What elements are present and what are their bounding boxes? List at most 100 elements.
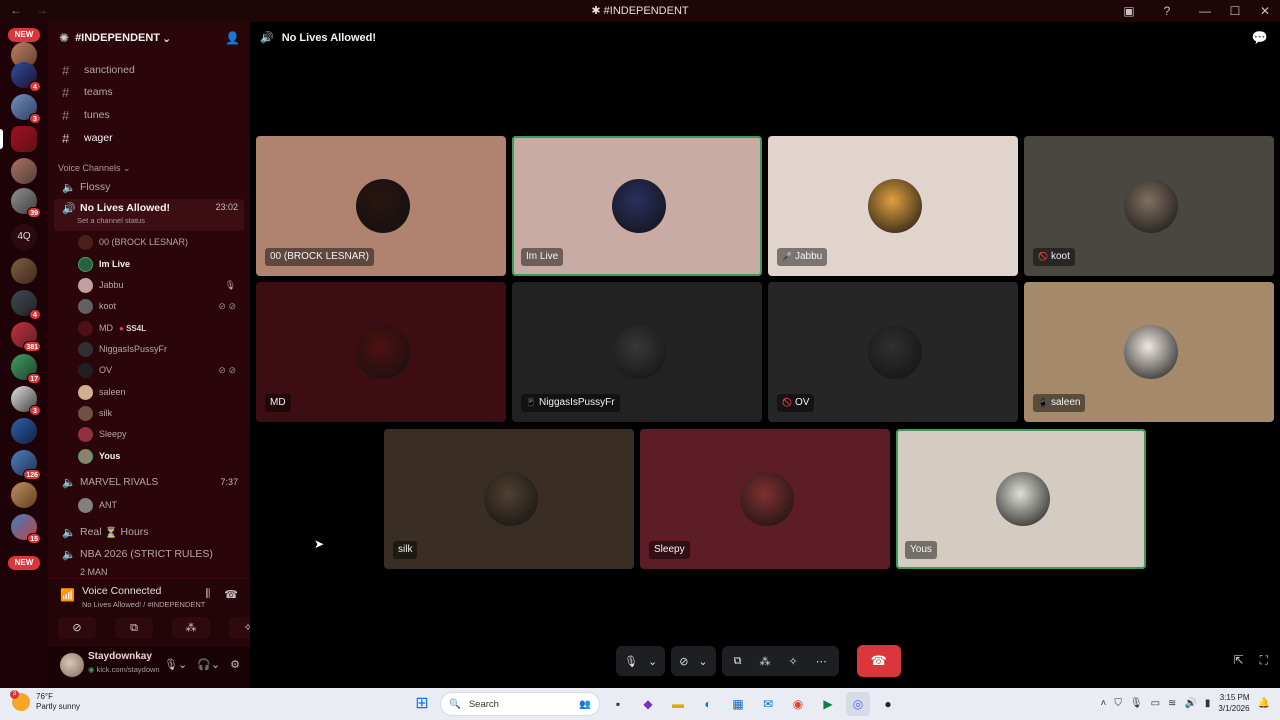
add-member-icon[interactable]: 👤 — [225, 31, 240, 45]
voice-member[interactable]: Yous — [78, 446, 244, 466]
more-options-icon[interactable]: ⋯ — [816, 655, 827, 668]
microphone-icon[interactable]: 🎙 — [624, 655, 638, 668]
activities-icon[interactable]: ⁂ — [759, 655, 770, 668]
store-icon[interactable]: ▦ — [726, 692, 750, 716]
voice-connected-subtitle[interactable]: No Lives Allowed! / #INDEPENDENT — [82, 600, 205, 609]
voice-channel-flossy[interactable]: 🔈 Flossy — [54, 177, 244, 197]
participant-tile[interactable]: Yous — [896, 429, 1146, 569]
voice-member[interactable]: koot ⊘ ⊘ — [78, 296, 244, 316]
search-box[interactable]: 🔍 Search 👥 — [440, 692, 600, 716]
wifi-icon[interactable]: ≋ — [1168, 698, 1176, 709]
antivirus-icon[interactable]: ⛉ — [1114, 698, 1122, 709]
server-header[interactable]: ✺ #INDEPENDENT ⌄ 👤 — [48, 22, 250, 54]
voice-member[interactable]: 00 (BROCK LESNAR) — [78, 232, 244, 252]
close-button[interactable]: ✕ — [1250, 4, 1280, 18]
settings-gear-icon[interactable]: ⚙ — [230, 658, 240, 671]
weather-widget[interactable]: 3 76°F Partly sunny — [10, 690, 80, 712]
channel-wager[interactable]: # wager — [54, 128, 244, 148]
channel-teams[interactable]: # teams — [54, 82, 244, 102]
chevron-down-icon[interactable]: ⌄ — [698, 655, 707, 668]
hang-up-button[interactable]: ☎ — [856, 645, 901, 677]
help-icon[interactable]: ? — [1152, 4, 1182, 18]
server-icon[interactable]: 3 — [11, 94, 41, 124]
server-icon[interactable]: 126 — [11, 450, 41, 480]
voice-member[interactable]: NiggasIsPussyFr — [78, 339, 244, 359]
avatar[interactable] — [60, 653, 84, 677]
voice-member[interactable]: OV ⊘ ⊘ — [78, 360, 244, 380]
server-icon[interactable]: 15 — [11, 514, 41, 544]
voice-member[interactable]: Sleepy — [78, 424, 244, 444]
voice-channel-real[interactable]: 🔈 Real ⏳ Hours — [54, 522, 244, 542]
server-text-icon[interactable]: 4Q — [11, 224, 37, 250]
soundboard-icon[interactable]: ✧ — [788, 655, 797, 668]
fullscreen-icon[interactable]: ⛶ — [1260, 653, 1268, 668]
microphone-icon[interactable]: 🎙⌄ — [164, 658, 187, 671]
camera-off-button[interactable]: ⊘ — [58, 617, 96, 639]
screen-share-icon[interactable]: ⧉ — [734, 655, 742, 668]
voice-member[interactable]: MD ● SS4L — [78, 318, 244, 338]
server-icon-selected[interactable] — [11, 126, 37, 152]
chevron-up-icon[interactable]: ˄ — [1101, 698, 1107, 709]
server-icon[interactable] — [11, 418, 37, 444]
windows-start-icon[interactable]: ⊞ — [410, 692, 434, 716]
display-icon[interactable]: ▭ — [1151, 698, 1160, 709]
clock[interactable]: 3:15 PM 3/1/2026 — [1218, 692, 1249, 714]
participant-tile[interactable]: 📱 saleen — [1024, 282, 1274, 422]
copilot-icon[interactable]: ◆ — [636, 692, 660, 716]
popout-icon[interactable]: ⇱ — [1234, 653, 1244, 668]
maximize-button[interactable]: ☐ — [1220, 4, 1250, 18]
server-icon[interactable]: 39 — [11, 188, 41, 218]
headphones-icon[interactable]: 🎧⌄ — [197, 658, 220, 671]
voice-member[interactable]: ANT — [78, 495, 244, 515]
noise-suppression-icon[interactable]: ⫼ — [205, 588, 210, 601]
voice-channel-active[interactable]: 🔊 No Lives Allowed! 23:02 Set a channel s… — [54, 199, 244, 231]
screen-share-button[interactable]: ⧉ — [115, 617, 153, 639]
discord-icon[interactable]: ◎ — [846, 692, 870, 716]
server-icon[interactable]: 4 — [11, 290, 41, 320]
server-icon[interactable]: 17 — [11, 354, 41, 384]
voice-member[interactable]: silk — [78, 403, 244, 423]
activities-button[interactable]: ⁂ — [172, 617, 210, 639]
battery-icon[interactable]: ▮ — [1205, 698, 1211, 709]
notification-bell-icon[interactable]: 🔔 — [1258, 698, 1270, 709]
file-explorer-icon[interactable]: ▬ — [666, 692, 690, 716]
volume-icon[interactable]: 🔊 — [1184, 698, 1196, 709]
channel-sanctioned[interactable]: # sanctioned — [54, 60, 244, 80]
participant-tile[interactable]: silk — [384, 429, 634, 569]
voice-member[interactable]: Im Live — [78, 254, 244, 274]
chevron-down-icon[interactable]: ⌄ — [648, 655, 657, 668]
voice-channel-marvel[interactable]: 🔈 MARVEL RIVALS 7:37 — [54, 472, 244, 492]
server-icon[interactable] — [11, 482, 37, 508]
channel-tunes[interactable]: # tunes — [54, 105, 244, 125]
server-icon[interactable] — [11, 258, 37, 284]
participant-tile[interactable]: Im Live — [512, 136, 762, 276]
voice-member[interactable]: saleen — [78, 382, 244, 402]
server-icon[interactable]: 4 — [11, 62, 41, 92]
participant-tile[interactable]: 🚫 OV — [768, 282, 1018, 422]
participant-tile[interactable]: 📱 NiggasIsPussyFr — [512, 282, 762, 422]
camera-control[interactable]: ⊘ ⌄ — [671, 646, 716, 676]
outlook-icon[interactable]: ✉ — [756, 692, 780, 716]
app-icon[interactable]: ● — [876, 692, 900, 716]
participant-tile[interactable]: MD — [256, 282, 506, 422]
voice-channels-category[interactable]: Voice Channels ⌄ — [58, 163, 131, 174]
channel-status[interactable]: Set a channel status — [77, 216, 145, 225]
voice-channel-nba[interactable]: 🔈 NBA 2026 (STRICT RULES) — [54, 544, 244, 564]
edge-icon[interactable]: ◐ — [696, 692, 720, 716]
participant-tile[interactable]: 🎤 Jabbu — [768, 136, 1018, 276]
microphone-icon[interactable]: 🎙 — [1130, 698, 1143, 709]
mic-control[interactable]: 🎙 ⌄ — [616, 646, 666, 676]
chat-icon[interactable]: 💬 — [1252, 30, 1268, 46]
participant-tile[interactable]: Sleepy — [640, 429, 890, 569]
participant-tile[interactable]: 00 (BROCK LESNAR) — [256, 136, 506, 276]
server-icon[interactable]: 3 — [11, 386, 41, 416]
server-icon[interactable]: 381 — [11, 322, 41, 352]
camera-off-icon[interactable]: ⊘ — [679, 655, 688, 668]
disconnect-icon[interactable]: ☎ — [224, 588, 238, 601]
voice-channel-cutoff[interactable]: 2 MAN — [54, 567, 244, 576]
task-view-icon[interactable]: ▪ — [606, 692, 630, 716]
chrome-icon[interactable]: ◉ — [786, 692, 810, 716]
voice-member[interactable]: Jabbu 🎙 — [78, 275, 244, 295]
signal-icon[interactable]: 📶 — [60, 588, 75, 602]
app-icon[interactable]: ▶ — [816, 692, 840, 716]
